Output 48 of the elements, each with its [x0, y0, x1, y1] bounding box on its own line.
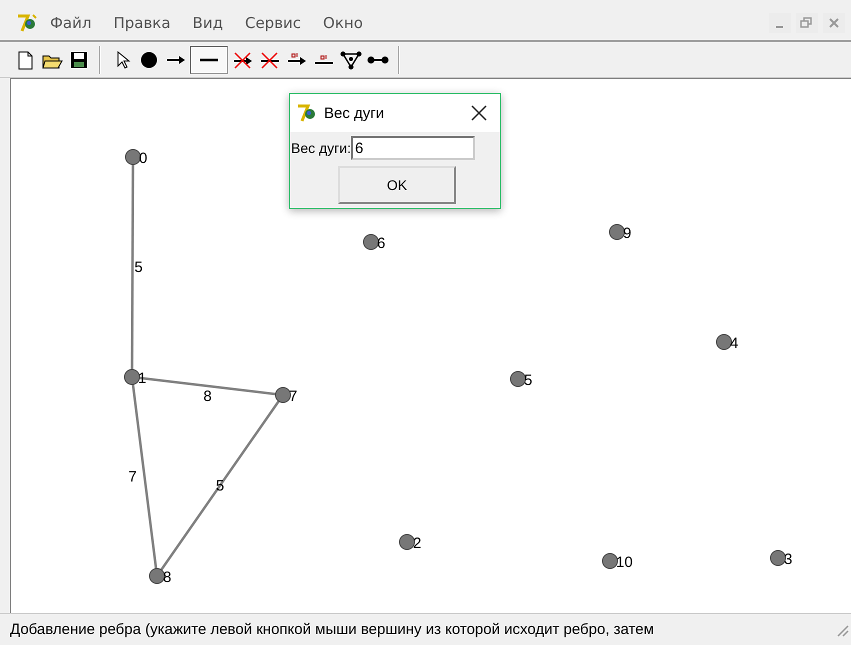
graph-node[interactable]	[124, 369, 140, 385]
graph-node[interactable]	[275, 387, 291, 403]
graph-node[interactable]	[149, 568, 165, 584]
node-label: 4	[730, 335, 738, 352]
line-icon	[198, 56, 220, 62]
node-label: 6	[377, 235, 386, 252]
graph-node[interactable]	[602, 553, 618, 569]
node-label: 7	[289, 388, 298, 405]
graph-node[interactable]	[363, 234, 379, 250]
triangle-graph-icon	[340, 50, 362, 70]
graph-node[interactable]	[770, 550, 786, 566]
node-label: 3	[784, 551, 792, 568]
graph-node[interactable]	[510, 371, 526, 387]
menu-item[interactable]: Окно	[323, 14, 363, 32]
menu-item[interactable]: Правка	[113, 14, 171, 32]
graph-node[interactable]	[716, 334, 732, 350]
dialog-title: Вес дуги	[324, 104, 384, 122]
resize-grip-icon[interactable]	[835, 622, 849, 636]
node-label: 1	[138, 370, 146, 387]
connected-dots-icon	[366, 56, 388, 64]
edge-weight: 7	[128, 468, 137, 486]
graph-node[interactable]	[399, 534, 415, 550]
edge-weight: 8	[203, 388, 212, 405]
edge-weight: 5	[134, 259, 143, 276]
close-icon[interactable]	[470, 104, 488, 122]
node-label: 0	[139, 150, 148, 167]
menu-item[interactable]: Вид	[192, 14, 223, 32]
graph-node[interactable]	[609, 224, 625, 240]
app-logo-icon	[296, 103, 318, 123]
field-label: Вес дуги:	[291, 140, 351, 156]
app-logo-icon	[16, 13, 38, 33]
delete-arrow-icon	[232, 50, 254, 70]
menu-item[interactable]: Сервис	[244, 14, 302, 32]
ok-button[interactable]: OK	[338, 166, 456, 204]
arrow-icon	[164, 54, 186, 64]
weighted-line-icon	[312, 54, 334, 65]
node-label: 8	[163, 569, 172, 586]
edge-weight: 5	[216, 478, 224, 494]
graph-node[interactable]	[125, 149, 141, 165]
node-label: 5	[524, 372, 532, 389]
node-label: 9	[623, 225, 632, 242]
node-label: 2	[413, 535, 422, 552]
input-field[interactable]: 6	[351, 136, 475, 160]
toolbar-button[interactable]	[190, 46, 228, 74]
menu-item[interactable]: Файл	[50, 14, 92, 32]
node-label: 10	[616, 554, 633, 571]
status-text: Добавление ребра (укажите левой кнопкой мыши вершину из которой исходит ребро, затем	[10, 621, 654, 638]
delete-line-icon	[258, 50, 280, 70]
